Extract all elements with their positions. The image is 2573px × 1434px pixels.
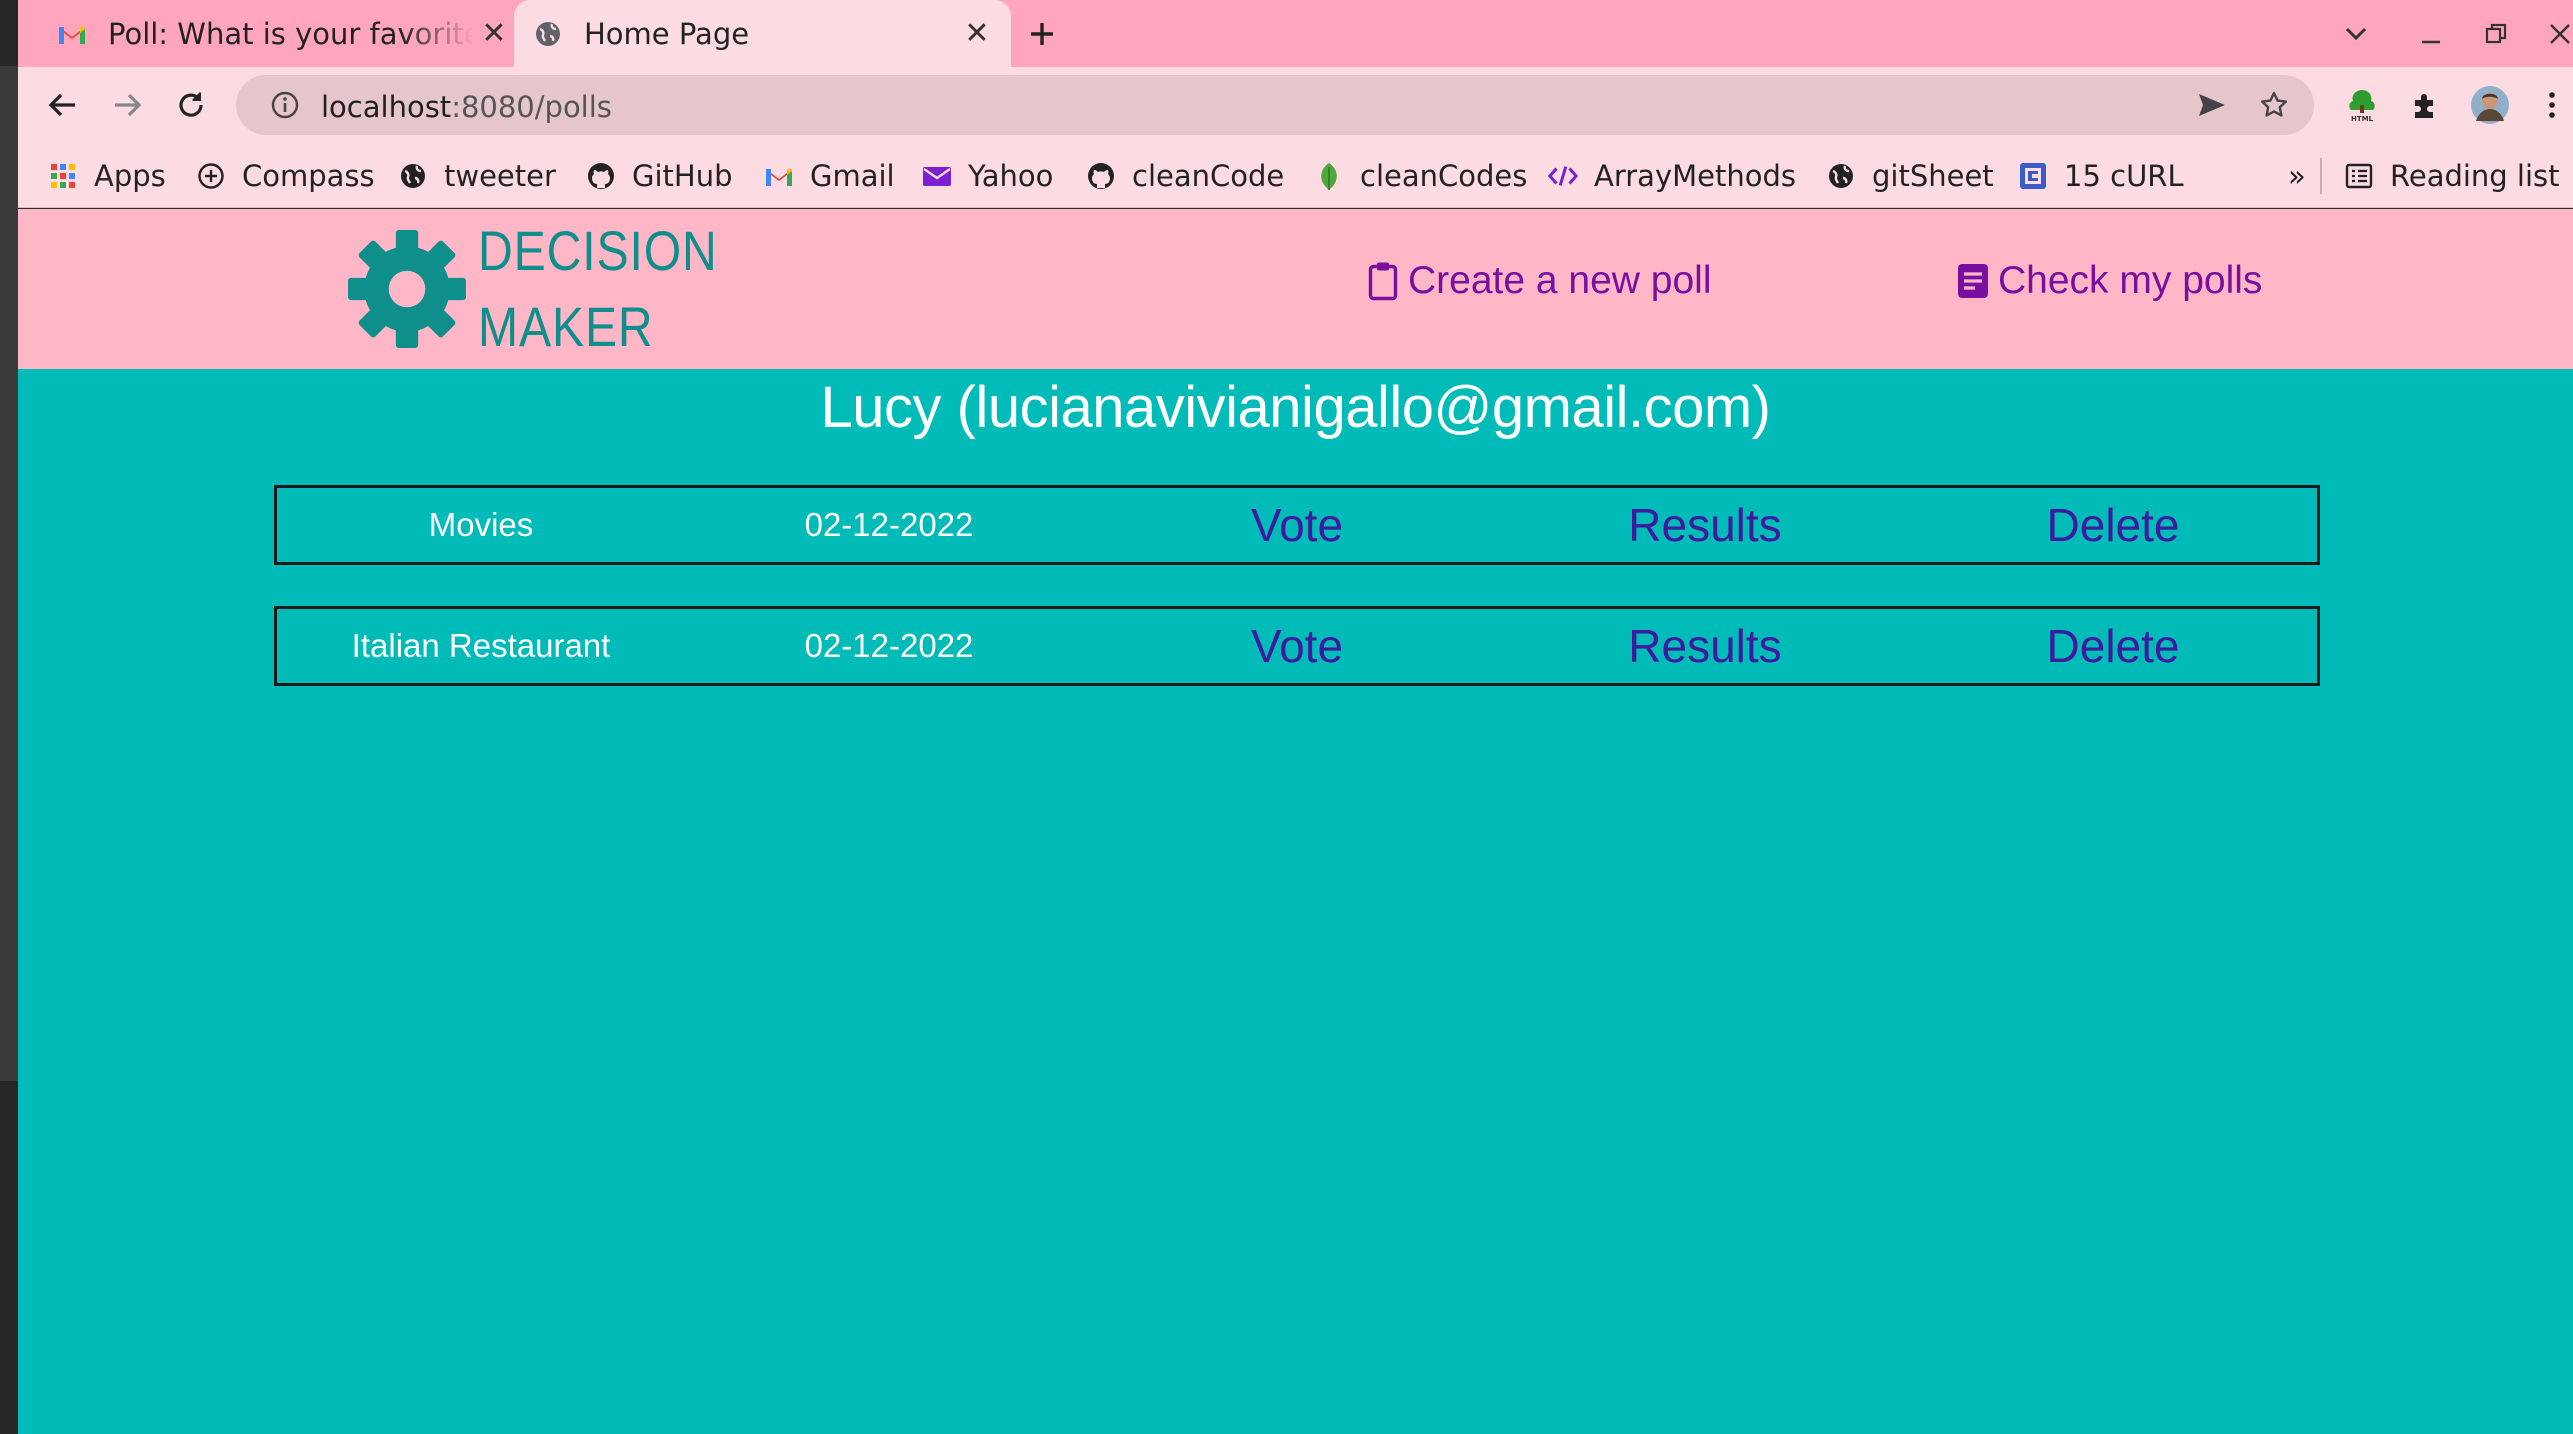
minimize-button[interactable]: [2407, 10, 2455, 58]
bookmark-gitsheet[interactable]: gitSheet: [1826, 154, 1994, 198]
clipboard-icon: [1366, 261, 1400, 301]
address-bar[interactable]: localhost:8080/polls: [236, 75, 2314, 135]
chevron-down-icon: [2345, 27, 2367, 41]
gear-icon: [348, 230, 466, 348]
mail-icon: [922, 161, 952, 191]
bookmarks-divider: [2320, 158, 2322, 194]
site-brand: DECISION MAKER: [478, 213, 718, 365]
vote-link[interactable]: Vote: [1093, 609, 1501, 683]
bookmark-arraymethods[interactable]: ArrayMethods: [1548, 154, 1796, 198]
document-icon: [1956, 261, 1990, 301]
send-icon[interactable]: [2194, 87, 2230, 123]
tab-title: Home Page: [584, 16, 750, 51]
tab-gmail-poll[interactable]: Poll: What is your favorite ✕: [38, 0, 528, 67]
site-header: DECISION MAKER Create a new poll Check m…: [18, 209, 2573, 369]
compass-icon: [196, 161, 226, 191]
bookmark-compass[interactable]: Compass: [196, 154, 375, 198]
bookmark-github[interactable]: GitHub: [586, 154, 733, 198]
avatar[interactable]: [2468, 83, 2512, 127]
globe-icon: [398, 161, 428, 191]
leaf-icon: [1314, 161, 1344, 191]
reading-list-button[interactable]: Reading list: [2344, 154, 2560, 198]
tab-search-button[interactable]: [2332, 10, 2380, 58]
page-viewport: DECISION MAKER Create a new poll Check m…: [18, 209, 2573, 1434]
poll-row: Italian Restaurant 02-12-2022 Vote Resul…: [274, 606, 2320, 686]
close-icon: [2550, 24, 2570, 44]
delete-link[interactable]: Delete: [1909, 609, 2317, 683]
reading-list-icon: [2344, 161, 2374, 191]
bookmark-tweeter[interactable]: tweeter: [398, 154, 556, 198]
back-button[interactable]: [38, 80, 88, 130]
info-icon[interactable]: [270, 90, 300, 120]
brand-line-2: MAKER: [478, 295, 654, 358]
new-tab-button[interactable]: [1020, 12, 1064, 56]
results-link[interactable]: Results: [1501, 609, 1909, 683]
poll-name: Movies: [428, 506, 534, 543]
desktop-left-edge: [0, 0, 18, 1434]
restore-button[interactable]: [2472, 10, 2520, 58]
browser-toolbar: localhost:8080/polls HTML: [18, 67, 2573, 144]
bookmarks-overflow-button[interactable]: »: [2288, 154, 2306, 198]
close-window-button[interactable]: [2536, 10, 2573, 58]
browser-window: Poll: What is your favorite ✕ Home Page …: [18, 0, 2573, 1434]
bookmark-yahoo[interactable]: Yahoo: [922, 154, 1053, 198]
nav-create-poll[interactable]: Create a new poll: [1366, 259, 1712, 303]
star-icon[interactable]: [2256, 87, 2292, 123]
bookmark-box-icon: [2018, 161, 2048, 191]
tab-strip: Poll: What is your favorite ✕ Home Page …: [18, 0, 2573, 67]
arrow-right-icon: [115, 93, 142, 117]
gmail-icon: [56, 18, 88, 50]
nav-check-polls[interactable]: Check my polls: [1956, 259, 2262, 303]
vote-link[interactable]: Vote: [1093, 488, 1501, 562]
github-icon: [586, 161, 616, 191]
tab-home-page[interactable]: Home Page ✕: [514, 0, 1011, 67]
results-link[interactable]: Results: [1501, 488, 1909, 562]
code-icon: [1548, 161, 1578, 191]
html-extension-icon[interactable]: HTML: [2340, 83, 2384, 127]
site-logo[interactable]: DECISION MAKER: [346, 219, 757, 358]
bookmark-cleancode[interactable]: cleanCode: [1086, 154, 1284, 198]
bookmark-curl[interactable]: 15 cURL: [2018, 154, 2184, 198]
url-text[interactable]: localhost:8080/polls: [321, 90, 612, 124]
bookmark-cleancodes[interactable]: cleanCodes: [1314, 154, 1527, 198]
poll-date: 02-12-2022: [804, 627, 974, 664]
svg-text:HTML: HTML: [2351, 115, 2374, 123]
delete-link[interactable]: Delete: [1909, 488, 2317, 562]
reload-icon: [179, 92, 203, 117]
tab-title: Poll: What is your favorite: [108, 16, 474, 51]
reload-button[interactable]: [166, 80, 216, 130]
forward-button[interactable]: [102, 80, 152, 130]
bookmark-apps[interactable]: Apps: [48, 154, 166, 198]
gmail-icon: [764, 161, 794, 191]
poll-name: Italian Restaurant: [351, 627, 611, 664]
brand-line-1: DECISION: [478, 219, 718, 282]
extensions-puzzle-icon[interactable]: [2403, 83, 2447, 127]
user-heading: Lucy (lucianavivianigallo@gmail.com): [820, 375, 1771, 440]
close-icon[interactable]: ✕: [474, 14, 514, 54]
menu-kebab-icon[interactable]: [2530, 83, 2573, 127]
bookmark-gmail[interactable]: Gmail: [764, 154, 895, 198]
restore-icon: [2485, 23, 2507, 44]
poll-row: Movies 02-12-2022 Vote Results Delete: [274, 485, 2320, 565]
poll-date: 02-12-2022: [804, 506, 974, 543]
bookmarks-bar: Apps Compass tweeter GitHub Gmail Yahoo …: [18, 144, 2573, 208]
plus-icon: [1031, 23, 1053, 45]
globe-icon: [1826, 161, 1856, 191]
github-icon: [1086, 161, 1116, 191]
arrow-left-icon: [48, 93, 75, 117]
close-icon[interactable]: ✕: [957, 14, 997, 54]
minimize-icon: [2422, 40, 2440, 44]
globe-icon: [532, 18, 564, 50]
apps-grid-icon: [48, 161, 78, 191]
